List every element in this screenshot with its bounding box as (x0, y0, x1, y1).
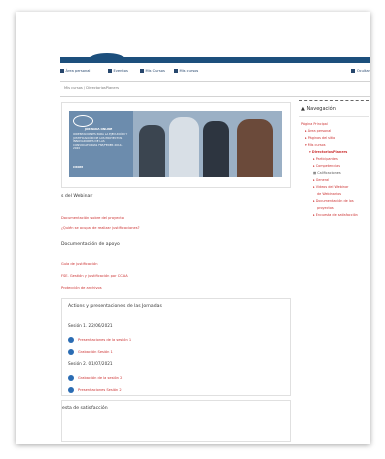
nav-item-survey[interactable]: ▸ Encuesta de satisfacción (313, 213, 358, 217)
menu-item-label: Eventos (113, 69, 128, 73)
session-2-heading: Sesión 2. 01/07/2021 (68, 361, 113, 366)
menu-item-events[interactable]: Eventos (108, 69, 128, 73)
nav-item-general[interactable]: ▸ General (313, 178, 329, 182)
presentation-icon (68, 337, 74, 343)
navigation-header: ▲ Navegación (299, 100, 369, 115)
hide-blocks-button[interactable]: Ocultar (351, 69, 370, 73)
section-title-webinar: s del Webinar (61, 194, 93, 199)
top-navigation-bar (60, 53, 370, 63)
menu-item-home[interactable]: Área personal (60, 69, 90, 73)
course-banner-image: JORNADA ONLINE ORIENTACIONES PARA LA EJE… (69, 111, 282, 177)
banner-text: ORIENTACIONES PARA LA EJECUCIÓN Y JUSTIF… (73, 132, 128, 151)
person-figure (203, 121, 229, 177)
divider (299, 116, 369, 117)
nav-item-webinar-videos[interactable]: ▸ Vídeos del Webinar (313, 185, 348, 189)
nav-item-home[interactable]: Página Principal (301, 122, 328, 126)
menu-item-courses[interactable]: Mis cursos (174, 69, 198, 73)
document-page: Área personal Eventos Mis Cursos Mis cur… (16, 12, 370, 444)
calendar-icon (108, 69, 112, 73)
session-1-link-recording[interactable]: Grabación Sesión 1 (78, 350, 113, 354)
menu-item-label: Mis Cursos (145, 69, 165, 73)
video-icon (68, 375, 74, 381)
divider (60, 81, 370, 82)
navigation-title: ▲ Navegación (301, 106, 336, 112)
nav-item-documentation[interactable]: ▸ Documentación de los (313, 199, 354, 203)
divider (60, 96, 370, 97)
person-figure (237, 119, 273, 177)
home-icon (60, 69, 64, 73)
navigation-block: ▲ Navegación Página Principal ▸ Área per… (299, 100, 369, 250)
course-content: JORNADA ONLINE ORIENTACIONES PARA LA EJE… (61, 102, 291, 444)
survey-card: esta de satisfacción (61, 400, 291, 442)
webinar-link-documentation[interactable]: Documentación sobre del proyecto (61, 216, 124, 220)
section-title-survey: esta de satisfacción (62, 406, 108, 411)
nav-item-course[interactable]: ▾ DirectoriosPlaners (309, 150, 347, 154)
badge-logo (73, 115, 93, 127)
menu-item-label: Área personal (65, 69, 91, 73)
session-1-link-presentations[interactable]: Presentaciones de la sesión 1 (78, 338, 131, 342)
banner-logo: CRDM (73, 165, 83, 169)
top-menu: Área personal Eventos Mis Cursos Mis cur… (60, 67, 370, 77)
nav-item-competencies[interactable]: ▸ Competencias (313, 164, 340, 168)
banner-title: JORNADA ONLINE (85, 127, 113, 131)
panel-icon (351, 69, 356, 73)
session-2-link-presentations[interactable]: Presentaciones Sesión 2 (78, 388, 122, 392)
person-figure (169, 117, 199, 177)
logo-tab (90, 53, 124, 63)
section-title-docs: Documentación de apoyo (61, 242, 120, 247)
nav-item-site-pages[interactable]: ▸ Páginas del sitio (305, 136, 335, 140)
person-figure (139, 125, 165, 177)
docs-link-guide[interactable]: Guía de justificación (61, 262, 98, 266)
docs-link-protection[interactable]: Protección de archivos (61, 286, 102, 290)
webinar-link-who[interactable]: ¿Quién se ocupa de realizar justificacio… (61, 226, 140, 230)
banner-card: JORNADA ONLINE ORIENTACIONES PARA LA EJE… (61, 102, 291, 188)
section-title-actions: Actions y presentaciones de las Jornadas (68, 304, 162, 309)
video-icon (68, 349, 74, 355)
session-1-heading: Sesión 1. 22/06/2021 (68, 323, 113, 328)
breadcrumb[interactable]: Mis cursos / DirectoriosPlaners (64, 86, 119, 90)
courses-icon (140, 69, 144, 73)
nav-item-grades[interactable]: ▦ Calificaciones (313, 171, 341, 175)
nav-item-my-courses[interactable]: ▾ Mis cursos (305, 143, 326, 147)
nav-item-dashboard[interactable]: ▸ Área personal (305, 129, 331, 133)
nav-item-webinar-videos-cont[interactable]: de Webinarios (317, 192, 341, 196)
nav-item-documentation-cont[interactable]: proyectos (317, 206, 334, 210)
actions-card: Actions y presentaciones de las Jornadas… (61, 298, 291, 396)
session-2-link-recording[interactable]: Grabación de la sesión 2 (78, 376, 122, 380)
menu-item-label: Mis cursos (179, 69, 199, 73)
docs-link-fse[interactable]: FSE. Gestión y justificación por CCAA (61, 274, 128, 278)
menu-item-my-courses[interactable]: Mis Cursos (140, 69, 165, 73)
nav-item-participants[interactable]: ▸ Participantes (313, 157, 338, 161)
presentation-icon (68, 387, 74, 393)
hide-blocks-label: Ocultar (356, 69, 370, 73)
graduation-icon (174, 69, 178, 73)
